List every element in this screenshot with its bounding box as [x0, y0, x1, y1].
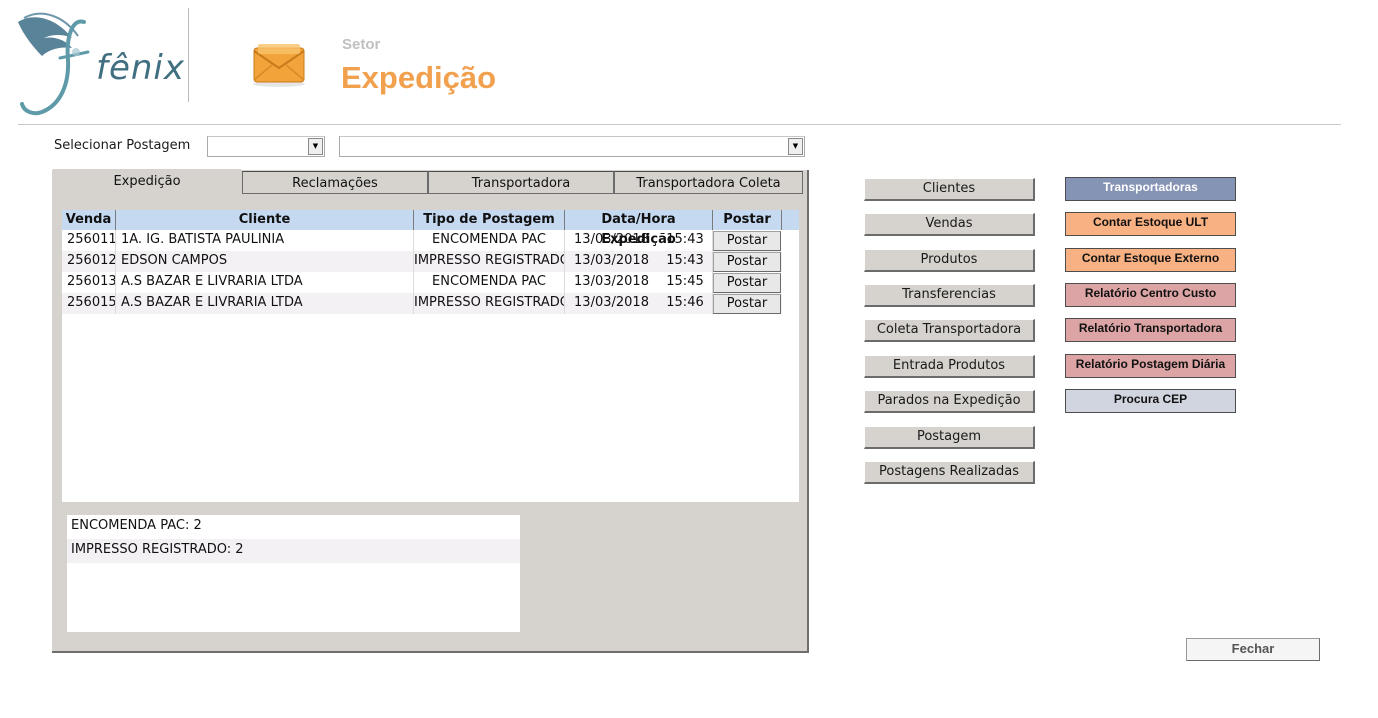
table-row: 256012 EDSON CAMPOS IMPRESSO REGISTRADO … — [62, 251, 782, 272]
postar-button[interactable]: Postar — [713, 252, 781, 272]
close-button[interactable]: Fechar — [1186, 638, 1320, 661]
column-header-data-hora: Data/Hora Expedição — [565, 210, 713, 247]
table-row: 256011 1A. IG. BATISTA PAULINIA ENCOMEND… — [62, 230, 782, 251]
transferencias-button[interactable]: Transferencias — [864, 284, 1035, 307]
clientes-button[interactable]: Clientes — [864, 178, 1035, 201]
relatorio-transportadora-button[interactable]: Relatório Transportadora — [1065, 318, 1236, 342]
entrada-produtos-button[interactable]: Entrada Produtos — [864, 355, 1035, 378]
envelope-icon — [253, 44, 305, 87]
cell-hora: 15:43 — [658, 251, 713, 272]
relatorio-centro-custo-button[interactable]: Relatório Centro Custo — [1065, 283, 1236, 307]
cell-tipo: ENCOMENDA PAC — [414, 272, 565, 293]
cell-tipo: ENCOMENDA PAC — [414, 230, 565, 251]
cell-cliente: A.S BAZAR E LIVRARIA LTDA — [116, 272, 414, 293]
cell-data: 13/03/2018 — [574, 295, 649, 310]
produtos-button[interactable]: Produtos — [864, 249, 1035, 272]
cell-tipo: IMPRESSO REGISTRADO — [414, 293, 565, 314]
summary-line: IMPRESSO REGISTRADO: 2 — [67, 539, 520, 563]
postagens-realizadas-button[interactable]: Postagens Realizadas — [864, 461, 1035, 484]
column-header-tipo: Tipo de Postagem — [414, 210, 565, 230]
cell-venda: 256013 — [62, 272, 116, 293]
cell-cliente: 1A. IG. BATISTA PAULINIA — [116, 230, 414, 251]
coleta-transportadora-button[interactable]: Coleta Transportadora — [864, 319, 1035, 342]
transportadoras-button[interactable]: Transportadoras — [1065, 177, 1236, 201]
vendas-button[interactable]: Vendas — [864, 213, 1035, 236]
cell-data: 13/03/2018 — [574, 232, 649, 247]
tab-expedicao[interactable]: Expedição — [53, 169, 241, 195]
cell-cliente: EDSON CAMPOS — [116, 251, 414, 272]
postagem-combo-primary[interactable]: ▼ — [207, 136, 325, 157]
cell-venda: 256011 — [62, 230, 116, 251]
parados-expedicao-button[interactable]: Parados na Expedição — [864, 390, 1035, 413]
select-postagem-label: Selecionar Postagem — [54, 138, 191, 153]
chevron-down-icon[interactable]: ▼ — [308, 138, 323, 155]
postagem-combo-secondary[interactable]: ▼ — [339, 136, 805, 157]
cell-hora: 15:43 — [658, 230, 713, 251]
sector-label: Setor — [342, 36, 381, 53]
contar-estoque-externo-button[interactable]: Contar Estoque Externo — [1065, 248, 1236, 272]
table-row: 256013 A.S BAZAR E LIVRARIA LTDA ENCOMEN… — [62, 272, 782, 293]
chevron-down-icon[interactable]: ▼ — [788, 138, 803, 155]
cell-venda: 256012 — [62, 251, 116, 272]
header-scroll-corner — [782, 210, 799, 230]
table-header: Venda Cliente Tipo de Postagem Data/Hora… — [62, 210, 799, 247]
logo-text: fênix — [96, 48, 186, 88]
table-row: 256015 A.S BAZAR E LIVRARIA LTDA IMPRESS… — [62, 293, 782, 314]
cell-hora: 15:45 — [658, 272, 713, 293]
cell-cliente: A.S BAZAR E LIVRARIA LTDA — [116, 293, 414, 314]
summary-line: ENCOMENDA PAC: 2 — [71, 518, 202, 533]
contar-estoque-ult-button[interactable]: Contar Estoque ULT — [1065, 212, 1236, 236]
page-title: Expedição — [341, 60, 497, 95]
column-header-venda: Venda — [62, 210, 116, 230]
cell-data: 13/03/2018 — [574, 253, 649, 268]
postar-button[interactable]: Postar — [713, 294, 781, 314]
column-header-cliente: Cliente — [116, 210, 414, 230]
cell-venda: 256015 — [62, 293, 116, 314]
header-divider — [18, 124, 1341, 125]
relatorio-postagem-diaria-button[interactable]: Relatório Postagem Diária — [1065, 354, 1236, 378]
column-header-postar: Postar — [713, 210, 782, 230]
tab-transportadora-coleta[interactable]: Transportadora Coleta — [614, 171, 803, 194]
cell-data: 13/03/2018 — [574, 274, 649, 289]
postar-button[interactable]: Postar — [713, 273, 781, 293]
postar-button[interactable]: Postar — [713, 231, 781, 251]
postagem-summary-list: ENCOMENDA PAC: 2 IMPRESSO REGISTRADO: 2 — [67, 515, 520, 632]
procura-cep-button[interactable]: Procura CEP — [1065, 389, 1236, 413]
cell-tipo: IMPRESSO REGISTRADO — [414, 251, 565, 272]
postagem-button[interactable]: Postagem — [864, 426, 1035, 449]
logo-divider — [188, 8, 189, 102]
cell-hora: 15:46 — [658, 293, 713, 314]
tab-reclamacoes[interactable]: Reclamações — [242, 171, 428, 194]
expedicao-table: Venda Cliente Tipo de Postagem Data/Hora… — [62, 210, 799, 502]
tab-transportadora[interactable]: Transportadora — [428, 171, 614, 194]
